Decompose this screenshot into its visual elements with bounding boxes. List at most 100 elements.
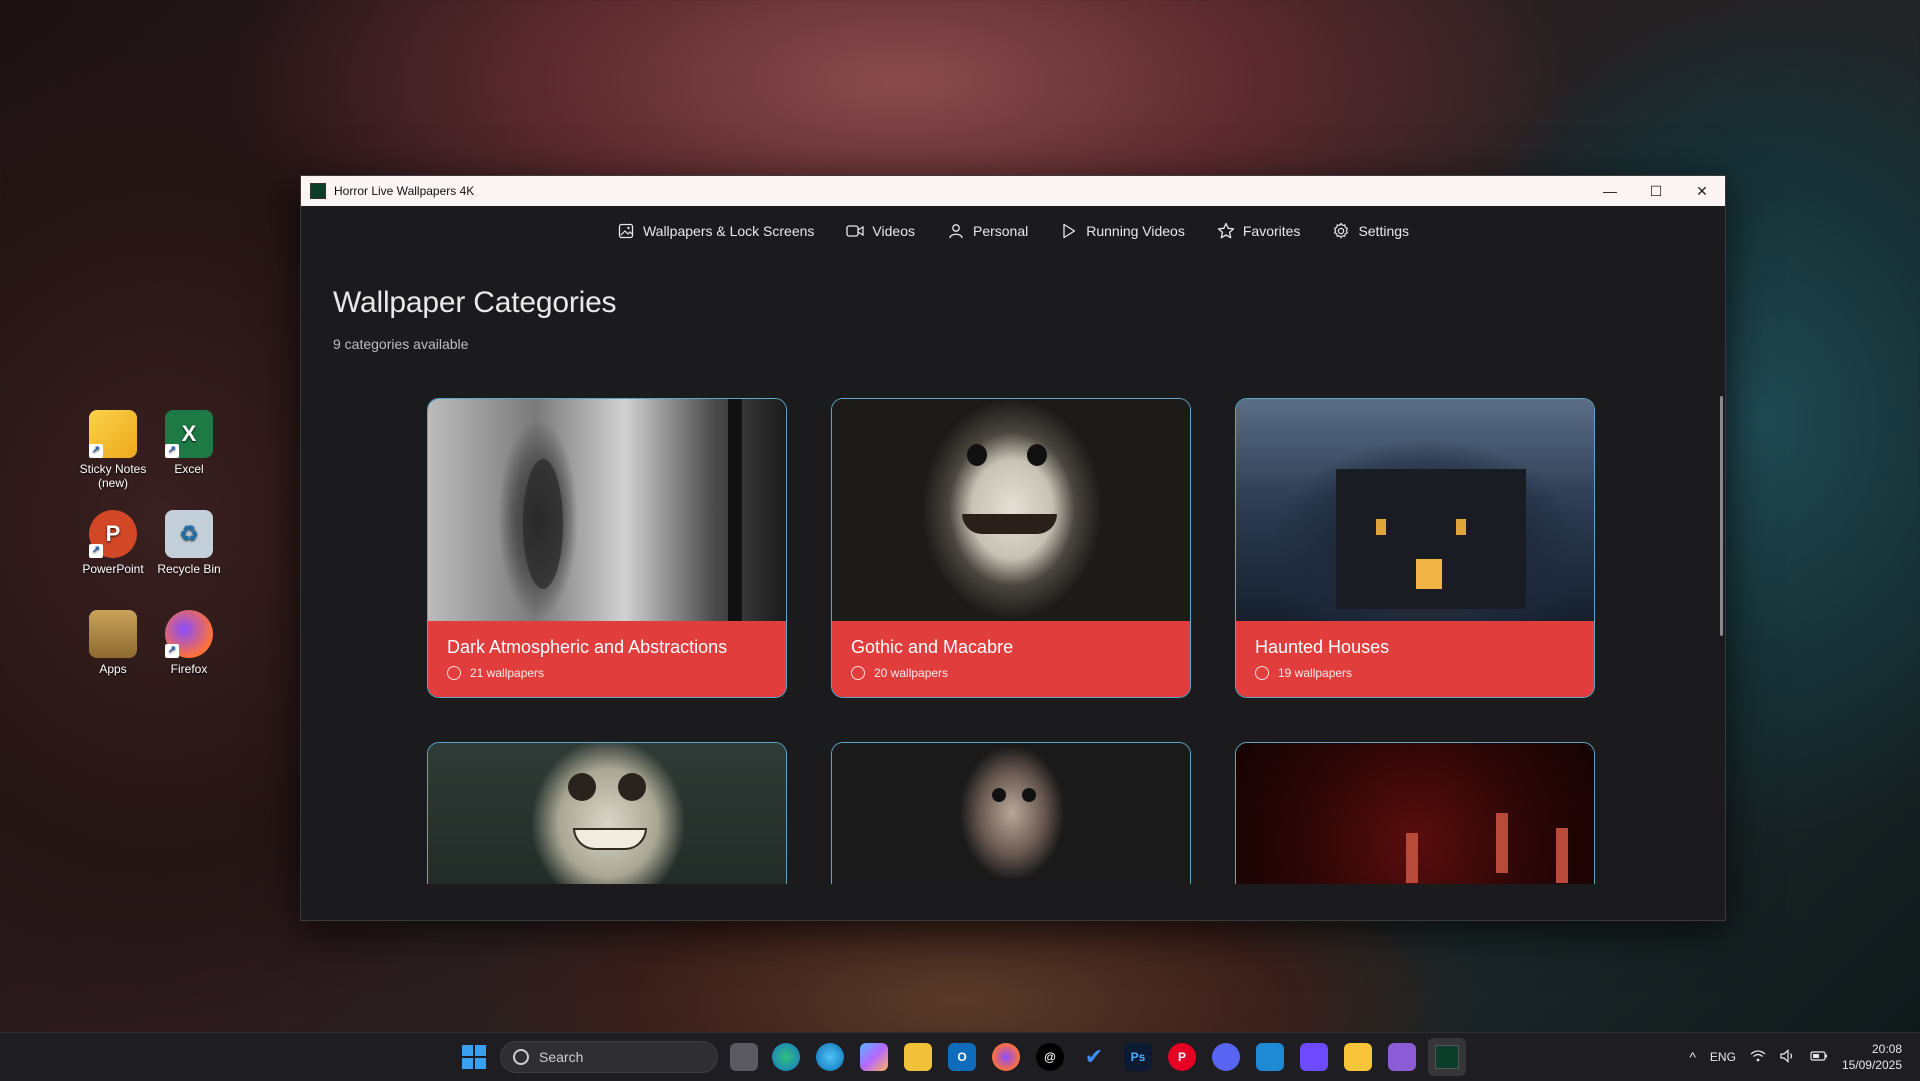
category-card[interactable]	[1235, 742, 1595, 884]
close-button[interactable]: ✕	[1679, 176, 1725, 206]
battery-icon[interactable]	[1810, 1050, 1828, 1065]
gear-icon	[1332, 222, 1350, 240]
desktop-icon-label: PowerPoint	[82, 562, 144, 576]
language-indicator[interactable]: ENG	[1710, 1050, 1736, 1064]
discord-icon[interactable]	[1212, 1043, 1240, 1071]
category-count: 9 categories available	[333, 336, 469, 352]
taskbar-clock[interactable]: 20:08 15/09/2025	[1842, 1041, 1902, 1073]
firefox-icon: ↗	[165, 610, 213, 658]
card-count: 20 wallpapers	[874, 666, 949, 680]
edge-beta-icon[interactable]	[816, 1043, 844, 1071]
desktop-icon-label: Firefox	[170, 662, 208, 676]
category-thumbnail	[832, 743, 1190, 884]
search-placeholder: Search	[539, 1049, 584, 1065]
nav-videos[interactable]: Videos	[830, 211, 931, 251]
video-camera-icon	[846, 222, 865, 240]
nav-wallpapers-lock-screens[interactable]: Wallpapers & Lock Screens	[601, 211, 830, 251]
card-footer: Gothic and Macabre 20 wallpapers	[832, 621, 1190, 697]
category-grid: Dark Atmospheric and Abstractions 21 wal…	[427, 398, 1595, 884]
desktop-icon-label: Sticky Notes (new)	[79, 462, 147, 490]
category-card[interactable]	[427, 742, 787, 884]
app-logo-icon	[310, 183, 326, 199]
copilot-icon[interactable]	[860, 1043, 888, 1071]
minimize-button[interactable]: —	[1587, 176, 1633, 206]
wallpaper-count-icon	[851, 666, 865, 680]
maximize-button[interactable]: ☐	[1633, 176, 1679, 206]
card-count: 19 wallpapers	[1278, 666, 1353, 680]
category-thumbnail	[1236, 743, 1594, 884]
excel-icon: X ↗	[165, 410, 213, 458]
image-icon	[617, 222, 635, 240]
outlook-icon[interactable]: O	[948, 1043, 976, 1071]
file-explorer-icon[interactable]	[904, 1043, 932, 1071]
nav-label: Running Videos	[1086, 223, 1185, 239]
vscode-icon[interactable]	[1256, 1043, 1284, 1071]
start-button[interactable]	[462, 1045, 486, 1069]
nav-favorites[interactable]: Favorites	[1201, 211, 1317, 251]
sticky-notes-icon: ↗	[89, 410, 137, 458]
page-title: Wallpaper Categories	[333, 286, 617, 319]
desktop-icon-apps[interactable]: Apps	[75, 610, 151, 676]
task-view-icon[interactable]	[730, 1043, 758, 1071]
wallpaper-count-icon	[447, 666, 461, 680]
card-title: Haunted Houses	[1255, 637, 1390, 657]
card-footer: Haunted Houses 19 wallpapers	[1236, 621, 1594, 697]
card-footer: Dark Atmospheric and Abstractions 21 wal…	[428, 621, 786, 697]
category-card[interactable]: Dark Atmospheric and Abstractions 21 wal…	[427, 398, 787, 698]
top-navigation: Wallpapers & Lock Screens Videos Persona…	[301, 206, 1725, 256]
proton-icon[interactable]	[1300, 1043, 1328, 1071]
desktop-icon-powerpoint[interactable]: P ↗ PowerPoint	[75, 510, 151, 576]
nav-label: Settings	[1358, 223, 1410, 239]
title-bar[interactable]: Horror Live Wallpapers 4K — ☐ ✕	[301, 176, 1725, 206]
clock-time: 20:08	[1871, 1042, 1902, 1056]
app-window: Horror Live Wallpapers 4K — ☐ ✕ Wallpape…	[300, 175, 1726, 921]
wallpaper-count-icon	[1255, 666, 1269, 680]
system-tray: ^ ENG 20:08 15/09/2025	[1689, 1033, 1920, 1081]
person-icon	[947, 222, 965, 240]
nav-personal[interactable]: Personal	[931, 211, 1044, 251]
card-title: Dark Atmospheric and Abstractions	[447, 637, 728, 657]
search-icon	[513, 1049, 529, 1065]
wifi-icon[interactable]	[1750, 1049, 1766, 1065]
category-card[interactable]	[831, 742, 1191, 884]
star-icon	[1217, 222, 1235, 240]
folder-icon	[89, 610, 137, 658]
edge-icon[interactable]	[772, 1043, 800, 1071]
category-card[interactable]: Haunted Houses 19 wallpapers	[1235, 398, 1595, 698]
firefox-icon[interactable]	[992, 1043, 1020, 1071]
photoshop-icon[interactable]: Ps	[1124, 1043, 1152, 1071]
desktop-icon-label: Excel	[174, 462, 204, 476]
todo-icon[interactable]: ✔	[1080, 1043, 1108, 1071]
nav-label: Favorites	[1242, 223, 1301, 239]
clock-date: 15/09/2025	[1841, 1058, 1902, 1072]
recycle-bin-icon: ♻	[165, 510, 213, 558]
desktop-icon-label: Recycle Bin	[157, 562, 221, 576]
chevron-up-icon[interactable]: ^	[1689, 1049, 1696, 1065]
nav-label: Wallpapers & Lock Screens	[642, 223, 815, 239]
card-title: Gothic and Macabre	[851, 637, 1014, 657]
taskbar: Search O @ ✔ Ps P ^ ENG 20:08 15/09/2025	[0, 1032, 1920, 1081]
desktop-icon-recycle-bin[interactable]: ♻ Recycle Bin	[151, 510, 227, 576]
category-thumbnail	[1236, 399, 1594, 621]
sticky-notes-icon[interactable]	[1344, 1043, 1372, 1071]
taskbar-search[interactable]: Search	[500, 1041, 718, 1073]
category-thumbnail	[428, 743, 786, 884]
visual-studio-icon[interactable]	[1388, 1043, 1416, 1071]
play-icon	[1060, 222, 1078, 240]
desktop-icon-firefox[interactable]: ↗ Firefox	[151, 610, 227, 676]
nav-settings[interactable]: Settings	[1316, 211, 1425, 251]
scrollbar-thumb[interactable]	[1720, 396, 1723, 636]
nav-running-videos[interactable]: Running Videos	[1044, 211, 1201, 251]
threads-icon[interactable]: @	[1036, 1043, 1064, 1071]
desktop-icon-excel[interactable]: X ↗ Excel	[151, 410, 227, 476]
category-card[interactable]: Gothic and Macabre 20 wallpapers	[831, 398, 1191, 698]
card-count: 21 wallpapers	[470, 666, 545, 680]
desktop-icon-sticky-notes[interactable]: ↗ Sticky Notes (new)	[75, 410, 151, 490]
nav-label: Videos	[872, 223, 915, 239]
nav-label: Personal	[972, 223, 1029, 239]
horror-wallpapers-icon[interactable]	[1428, 1038, 1466, 1076]
desktop-icon-label: Apps	[99, 662, 127, 676]
volume-icon[interactable]	[1780, 1048, 1796, 1066]
pinterest-icon[interactable]: P	[1168, 1043, 1196, 1071]
window-title: Horror Live Wallpapers 4K	[334, 184, 475, 198]
